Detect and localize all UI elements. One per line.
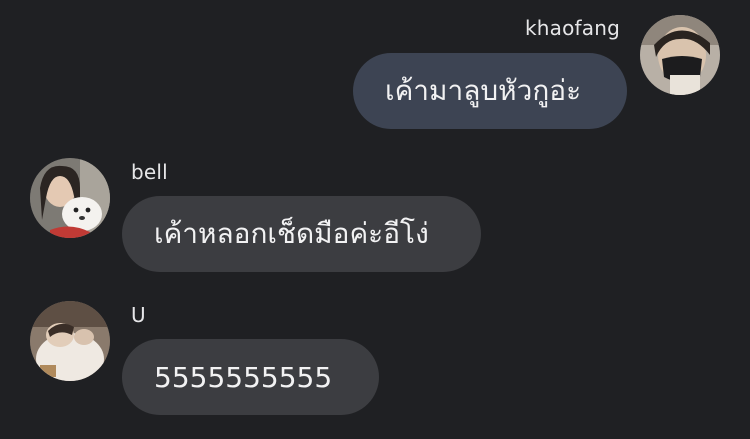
- sender-name: U: [131, 303, 146, 327]
- avatar[interactable]: [640, 15, 720, 95]
- avatar[interactable]: [30, 158, 110, 238]
- message-text: เค้าหลอกเช็ดมือค่ะอีโง่: [154, 217, 429, 250]
- message-bubble[interactable]: เค้าหลอกเช็ดมือค่ะอีโง่: [122, 196, 481, 272]
- sender-name: khaofang: [524, 16, 620, 40]
- message-text: เค้ามาลูบหัวกูอ่ะ: [385, 74, 582, 107]
- sender-name: bell: [131, 160, 168, 184]
- avatar[interactable]: [30, 301, 110, 381]
- message-text: 5555555555: [154, 360, 333, 394]
- message-bubble[interactable]: เค้ามาลูบหัวกูอ่ะ: [353, 53, 627, 129]
- avatar-photo-bell: [30, 158, 110, 238]
- message-bubble[interactable]: 5555555555: [122, 339, 379, 415]
- avatar-photo-u: [30, 301, 110, 381]
- avatar-photo-khaofang: [640, 15, 720, 95]
